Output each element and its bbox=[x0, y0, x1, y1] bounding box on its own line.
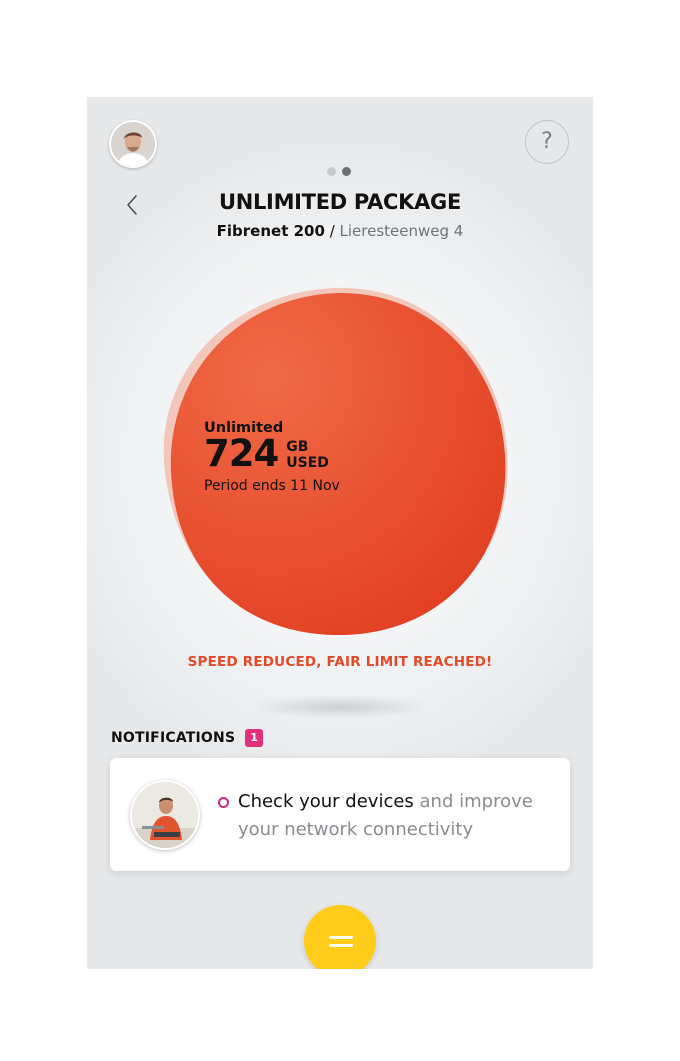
menu-button[interactable] bbox=[304, 905, 376, 969]
page-dot[interactable] bbox=[327, 167, 336, 176]
user-avatar[interactable] bbox=[109, 120, 157, 168]
plan-name: Fibrenet 200 bbox=[216, 222, 325, 240]
notification-title: Check your devices bbox=[238, 791, 414, 812]
page-subtitle: Fibrenet 200 / Lieresteenweg 4 bbox=[87, 222, 593, 240]
address: Lieresteenweg 4 bbox=[339, 222, 464, 240]
page-title: UNLIMITED PACKAGE bbox=[218, 190, 462, 214]
usage-period: Period ends 11 Nov bbox=[204, 478, 340, 494]
menu-icon-line-bottom bbox=[329, 944, 353, 947]
help-button[interactable]: ? bbox=[525, 120, 569, 164]
notification-card[interactable]: Check your devices and improve your netw… bbox=[110, 758, 570, 871]
page-indicator bbox=[327, 167, 351, 177]
blob-shadow bbox=[250, 695, 430, 719]
page-dot-active[interactable] bbox=[342, 167, 351, 176]
usage-amount: 724 bbox=[204, 432, 279, 475]
fair-use-warning: SPEED REDUCED, FAIR LIMIT REACHED! bbox=[187, 654, 493, 670]
usage-unit-used: USED bbox=[286, 455, 329, 471]
avatar-image bbox=[111, 122, 155, 166]
notification-avatar bbox=[130, 780, 200, 850]
usage-unit-gb: GB bbox=[286, 439, 309, 455]
notification-text: Check your devices and improve your netw… bbox=[238, 788, 558, 844]
unread-indicator bbox=[218, 797, 229, 808]
person-laptop-image bbox=[132, 782, 198, 848]
usage-unit: GB USED bbox=[286, 439, 329, 471]
notifications-title: NOTIFICATIONS bbox=[111, 730, 236, 746]
notifications-heading: NOTIFICATIONS 1 bbox=[111, 729, 264, 747]
app-screen: ? UNLIMITED PACKAGE Fibrenet 200 / Liere… bbox=[87, 97, 593, 969]
notification-count-badge: 1 bbox=[245, 729, 264, 747]
subtitle-separator: / bbox=[324, 222, 340, 240]
usage-summary: Unlimited 724 GB USED Period ends 11 Nov bbox=[204, 420, 340, 494]
menu-icon-line-top bbox=[329, 936, 353, 939]
